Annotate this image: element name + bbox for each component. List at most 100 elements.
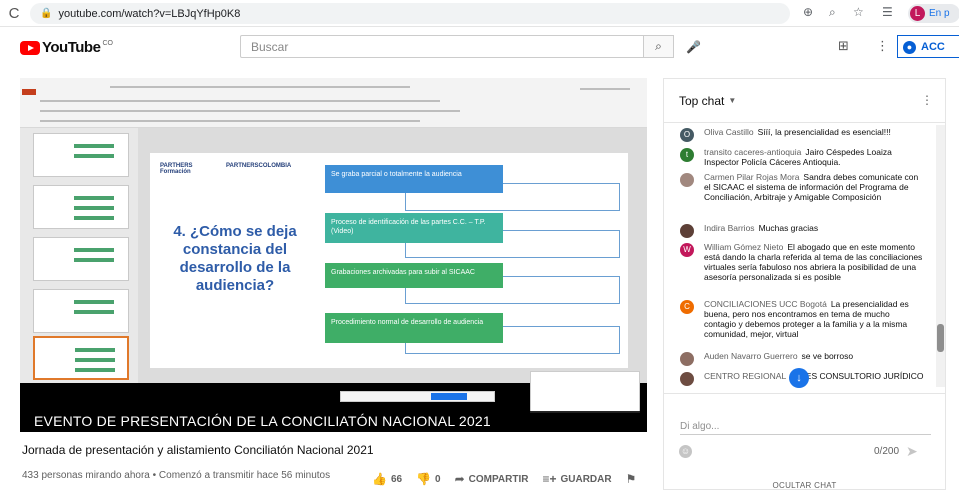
chat-input[interactable]: Di algo... (680, 421, 719, 432)
slide-thumbnails (20, 128, 138, 383)
video-title: Jornada de presentación y alistamiento C… (22, 443, 374, 457)
youtube-wordmark: YouTube (42, 39, 101, 56)
profile-label: En p (929, 8, 950, 19)
video-meta: 433 personas mirando ahora • Comenzó a t… (22, 470, 331, 481)
slide-title: 4. ¿Cómo se deja constancia del desarrol… (173, 223, 297, 294)
process-box-3: Grabaciones archivadas para subir al SIC… (325, 263, 503, 288)
dislike-count[interactable]: 0 (435, 474, 441, 485)
avatar (680, 224, 694, 238)
chat-author[interactable]: Auden Navarro Guerrero (704, 351, 798, 361)
avatar: t (680, 148, 694, 162)
char-counter: 0/200 (874, 446, 900, 457)
chat-author[interactable]: William Gómez Nieto (704, 242, 783, 252)
chat-author[interactable]: Carmen Pilar Rojas Mora (704, 172, 799, 182)
chat-text: Sííí, la presencialidad es esencial!!! (757, 127, 891, 137)
chat-message: Indira Barrios Muchas gracias (680, 223, 924, 238)
process-box-2: Proceso de identificación de las partes … (325, 213, 503, 243)
save-button[interactable]: GUARDAR (560, 474, 611, 485)
slide-canvas: PARTHERS Formación PARTNERSCOLOMBIA 4. ¿… (138, 128, 647, 383)
chat-author[interactable]: Indira Barrios (704, 223, 755, 233)
share-button[interactable]: COMPARTIR (469, 474, 529, 485)
search-icon: ⌕ (655, 39, 662, 53)
chat-message: Auden Navarro Guerrero se ve borroso (680, 351, 924, 366)
scroll-down-icon[interactable]: ↓ (789, 368, 809, 388)
sign-in-label: ACC (921, 40, 945, 53)
chat-input-underline (680, 434, 931, 435)
lock-icon: 🔒 (40, 8, 53, 19)
like-icon[interactable]: 👍 (372, 472, 387, 486)
chat-message: W William Gómez Nieto El abogado que en e… (680, 242, 924, 282)
ribbon-line (40, 120, 420, 122)
partners-colombia-logo: PARTNERSCOLOMBIA (226, 163, 292, 169)
avatar: W (680, 243, 694, 257)
chat-author[interactable]: CONCILIACIONES UCC Bogotá (704, 299, 827, 309)
chat-author[interactable]: Oliva Castillo (704, 127, 754, 137)
search-button[interactable]: ⌕ (644, 35, 674, 58)
chat-menu-icon[interactable]: ⋮ (921, 93, 933, 107)
share-icon[interactable]: ➦ (455, 472, 465, 486)
slide-thumbnail-selected (33, 336, 129, 380)
process-box-4: Procedimiento normal de desarrollo de au… (325, 313, 503, 343)
sign-in-button[interactable]: ● ACC (897, 35, 959, 58)
chat-message: t transito caceres-antioquia Jairo Césped… (680, 147, 924, 167)
chat-author[interactable]: transito caceres-antioquia (704, 147, 801, 157)
country-code: CO (102, 40, 113, 47)
browser-toolbar: C 🔒 youtube.com/watch?v=LBJqYfHp0K8 ⊕ ⌕ … (0, 0, 959, 27)
event-banner: EVENTO DE PRESENTACIÓN DE LA CONCILIATÓN… (20, 411, 647, 432)
more-options-icon[interactable]: ⋮ (876, 38, 889, 54)
reload-icon[interactable]: C (0, 5, 28, 22)
youtube-logo[interactable]: YouTube CO (20, 39, 113, 56)
chat-message: C CONCILIACIONES UCC Bogotá La presencial… (680, 299, 924, 339)
microphone-icon[interactable]: 🎤 (686, 40, 701, 54)
save-icon[interactable]: ≡+ (542, 472, 556, 486)
star-icon[interactable]: ☆ (853, 5, 864, 19)
chat-text: Muchas gracias (758, 223, 819, 233)
reading-list-icon[interactable]: ☰ (882, 5, 893, 19)
chat-text: ZALES CONSULTORIO JURÍDICO (790, 371, 924, 381)
avatar (680, 352, 694, 366)
chevron-down-icon[interactable]: ▼ (728, 96, 736, 105)
chat-text: se ve borroso (801, 351, 854, 361)
apps-grid-icon[interactable]: ⊞ (838, 38, 849, 54)
youtube-play-icon (20, 40, 40, 55)
hide-chat-button[interactable]: OCULTAR CHAT (664, 481, 945, 490)
flag-icon[interactable]: ⚑ (626, 472, 637, 486)
like-count[interactable]: 66 (391, 474, 402, 485)
youtube-header: YouTube CO Buscar ⌕ 🎤 ⊞ ⋮ ● ACC (0, 28, 959, 64)
chat-mode-selector[interactable]: Top chat (679, 94, 724, 108)
powerpoint-ribbon (20, 78, 647, 128)
chat-author[interactable]: CENTRO REGIONAL (704, 371, 786, 381)
profile-avatar: L (910, 6, 925, 21)
dislike-icon[interactable]: 👎 (416, 472, 431, 486)
ribbon-line (40, 100, 440, 102)
avatar (680, 173, 694, 187)
profile-button[interactable]: L En p (908, 4, 959, 23)
current-slide: PARTHERS Formación PARTNERSCOLOMBIA 4. ¿… (150, 153, 628, 368)
avatar (680, 372, 694, 386)
search-placeholder: Buscar (251, 39, 289, 54)
chat-scrollbar-thumb[interactable] (937, 324, 944, 352)
chat-input-area: Di algo... ☺ 0/200 ➤ OCULTAR CHAT (664, 393, 945, 490)
slide-thumbnail (33, 237, 129, 281)
slide-thumbnail (33, 133, 129, 177)
chat-message: O Oliva Castillo Sííí, la presencialidad … (680, 127, 924, 142)
file-tab (22, 89, 36, 95)
chat-messages: O Oliva Castillo Sííí, la presencialidad … (664, 123, 934, 393)
zoom-icon[interactable]: ⌕ (829, 5, 836, 20)
chat-header: Top chat ▼ ⋮ (664, 79, 945, 123)
parthers-logo: PARTHERS Formación (160, 163, 193, 175)
chat-message: Carmen Pilar Rojas Mora Sandra debes comu… (680, 172, 924, 202)
ribbon-line (40, 110, 460, 112)
translate-icon[interactable]: ⊕ (803, 5, 813, 19)
address-bar[interactable]: 🔒 youtube.com/watch?v=LBJqYfHp0K8 (30, 3, 790, 24)
account-icon: ● (903, 40, 916, 54)
search-input[interactable]: Buscar (240, 35, 644, 58)
avatar: O (680, 128, 694, 142)
video-player[interactable]: PARTHERS Formación PARTNERSCOLOMBIA 4. ¿… (20, 78, 647, 432)
stop-sharing-button (431, 393, 467, 400)
emoji-icon[interactable]: ☺ (679, 445, 692, 458)
slide-thumbnail (33, 289, 129, 333)
avatar: C (680, 300, 694, 314)
send-icon[interactable]: ➤ (906, 443, 918, 460)
url-text: youtube.com/watch?v=LBJqYfHp0K8 (58, 7, 241, 20)
